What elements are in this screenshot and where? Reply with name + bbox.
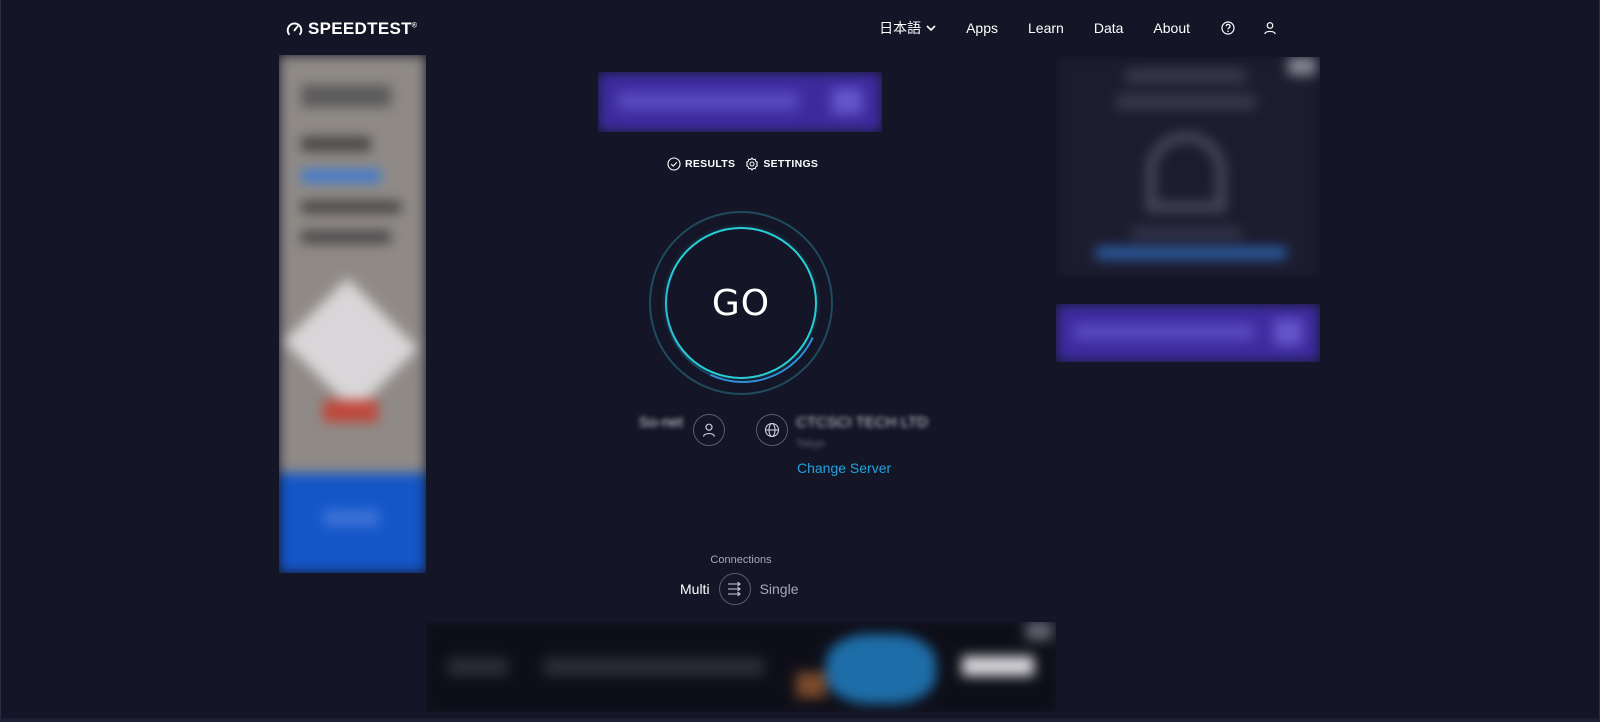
go-button-wrapper: GO bbox=[649, 211, 833, 395]
server-location: Tokyo bbox=[796, 438, 825, 450]
nav-learn[interactable]: Learn bbox=[1028, 20, 1064, 36]
results-label: RESULTS bbox=[685, 158, 736, 170]
nav-about[interactable]: About bbox=[1153, 20, 1190, 36]
speedtest-logo[interactable]: SPEEDTEST® bbox=[286, 19, 417, 39]
help-button[interactable] bbox=[1220, 20, 1236, 36]
globe-icon bbox=[756, 414, 788, 446]
account-button[interactable] bbox=[1262, 20, 1278, 36]
results-link[interactable]: RESULTS bbox=[667, 157, 735, 171]
server-name: CTCSCI TECH LTD bbox=[796, 414, 928, 431]
multi-connection-icon bbox=[727, 581, 741, 597]
check-circle-icon bbox=[667, 157, 681, 171]
connections-toggle-button[interactable] bbox=[718, 573, 751, 605]
go-label: GO bbox=[711, 282, 771, 324]
settings-label: SETTINGS bbox=[763, 158, 819, 170]
connections-title: Connections bbox=[710, 554, 772, 566]
go-button[interactable]: GO bbox=[665, 227, 817, 379]
connections-single[interactable]: Single bbox=[760, 581, 799, 597]
ad-left-skyscraper[interactable] bbox=[279, 55, 426, 573]
connections-toggle-row: Multi Single bbox=[680, 573, 798, 605]
user-icon bbox=[1264, 22, 1276, 35]
question-icon bbox=[1221, 21, 1235, 35]
isp-user-icon bbox=[693, 414, 725, 446]
chevron-down-icon bbox=[926, 24, 936, 31]
gear-icon bbox=[746, 157, 759, 171]
top-header: SPEEDTEST® 日本語 Apps Learn Data About bbox=[0, 0, 1600, 56]
nav-data[interactable]: Data bbox=[1094, 20, 1124, 36]
ad-right-square[interactable] bbox=[1056, 57, 1320, 277]
logo-text: SPEEDTEST® bbox=[308, 19, 418, 38]
language-selector[interactable]: 日本語 bbox=[879, 18, 936, 38]
connections-multi[interactable]: Multi bbox=[680, 581, 710, 597]
isp-info: So-net bbox=[590, 412, 725, 462]
main-nav: 日本語 Apps Learn Data About bbox=[879, 18, 1278, 38]
ad-right-banner[interactable] bbox=[1056, 304, 1320, 362]
test-tabs: RESULTS SETTINGS bbox=[667, 155, 818, 173]
gauge-icon bbox=[286, 21, 303, 35]
server-info: CTCSCI TECH LTD Tokyo Change Server bbox=[756, 412, 986, 482]
isp-name: So-net bbox=[638, 414, 683, 431]
nav-apps[interactable]: Apps bbox=[966, 20, 998, 36]
language-label: 日本語 bbox=[879, 20, 922, 36]
ad-bottom-banner[interactable] bbox=[426, 622, 1056, 712]
ad-top-banner[interactable] bbox=[598, 72, 882, 132]
change-server-link[interactable]: Change Server bbox=[797, 460, 891, 476]
settings-link[interactable]: SETTINGS bbox=[745, 157, 818, 171]
